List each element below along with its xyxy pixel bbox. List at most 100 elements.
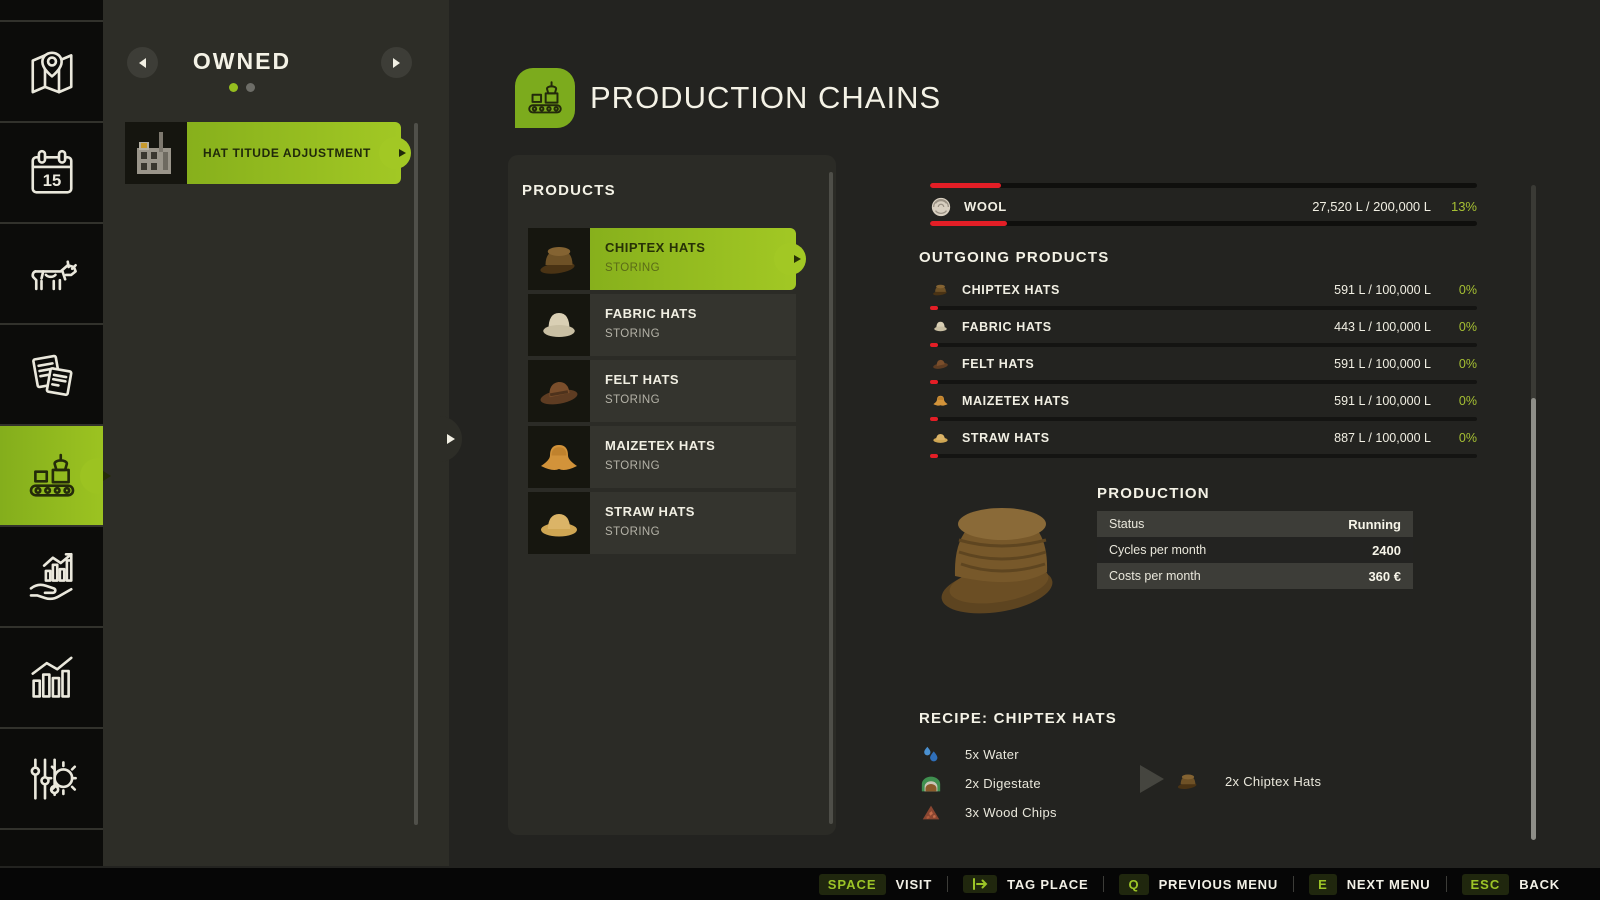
row-value: 360 € [1368, 569, 1401, 584]
hotkey-next-menu[interactable]: E NEXT MENU [1309, 874, 1430, 895]
production-row-status: Status Running [1097, 511, 1413, 537]
products-scrollbar[interactable] [829, 172, 833, 824]
product-label-plate: STRAW HATS STORING [590, 492, 796, 554]
sidebar-item-production[interactable] [0, 426, 103, 527]
production-preview-image [937, 472, 1073, 632]
water-icon [919, 743, 943, 767]
finances-icon [24, 549, 80, 605]
row-label: Costs per month [1109, 569, 1201, 583]
owned-panel: OWNED HAT TITUDE ADJUSTMENT [103, 0, 449, 866]
details-scrollbar-thumb[interactable] [1531, 398, 1536, 840]
details-scrollbar-track[interactable] [1531, 185, 1536, 840]
outgoing-amount: 591 L / 100,000 L [1334, 394, 1431, 408]
product-label-plate: FELT HATS STORING [590, 360, 796, 422]
owned-item-label: HAT TITUDE ADJUSTMENT [203, 146, 371, 160]
product-status: STORING [605, 328, 796, 340]
outgoing-row-maizetex-hats[interactable]: MAIZETEX HATS 591 L / 100,000 L 0% [930, 387, 1477, 424]
owned-carousel: OWNED [103, 40, 449, 100]
product-item-maizetex-hats[interactable]: MAIZETEX HATS STORING [528, 426, 796, 488]
recipe-title: RECIPE: CHIPTEX HATS [919, 710, 1117, 727]
esc-key: ESC [1462, 874, 1510, 895]
outgoing-percent: 0% [1431, 357, 1477, 371]
outgoing-name: CHIPTEX HATS [962, 283, 1060, 297]
outgoing-products-title: OUTGOING PRODUCTS [919, 249, 1109, 266]
hotkey-previous-menu[interactable]: Q PREVIOUS MENU [1119, 874, 1278, 895]
product-thumbnail [528, 294, 590, 356]
item-arrow-icon [399, 149, 406, 157]
products-list: CHIPTEX HATS STORING FABRIC HATS STORING… [528, 228, 796, 558]
recipe-inputs: 5x Water 2x Digestate 3x Wood Chips [919, 740, 1057, 827]
felt-hat-icon [930, 354, 950, 374]
recipe-output: 2x Chiptex Hats [1175, 768, 1321, 794]
product-status: STORING [605, 526, 796, 538]
product-item-straw-hats[interactable]: STRAW HATS STORING [528, 492, 796, 554]
straw-hat-icon [930, 428, 950, 448]
hotkey-tag-place[interactable]: TAG PLACE [963, 875, 1088, 893]
outgoing-percent: 0% [1431, 431, 1477, 445]
product-name: FABRIC HATS [605, 306, 796, 321]
outgoing-percent: 0% [1431, 283, 1477, 297]
products-panel: PRODUCTS CHIPTEX HATS STORING FABRIC HAT… [508, 155, 836, 835]
page-dot-active[interactable] [229, 83, 238, 92]
outgoing-fill-bar [930, 454, 1477, 458]
recipe-output-text: 2x Chiptex Hats [1225, 774, 1321, 789]
sidebar-item-animals[interactable] [0, 224, 103, 325]
outgoing-fill-bar [930, 343, 1477, 347]
production-chains-icon [524, 77, 566, 119]
fill-red [930, 343, 938, 347]
production-row-costs: Costs per month 360 € [1097, 563, 1413, 589]
sidebar-rail: 15 [0, 0, 103, 866]
chevron-right-icon [393, 58, 400, 68]
product-label-plate: MAIZETEX HATS STORING [590, 426, 796, 488]
outgoing-row-fabric-hats[interactable]: FABRIC HATS 443 L / 100,000 L 0% [930, 313, 1477, 350]
outgoing-row-felt-hats[interactable]: FELT HATS 591 L / 100,000 L 0% [930, 350, 1477, 387]
svg-text:15: 15 [42, 171, 60, 190]
page-title: PRODUCTION CHAINS [590, 80, 941, 116]
hotkey-back[interactable]: ESC BACK [1462, 874, 1561, 895]
hotkey-label: PREVIOUS MENU [1159, 877, 1278, 892]
fill-red [930, 454, 938, 458]
input-storage-row[interactable]: WOOL 27,520 L / 200,000 L 13% [930, 193, 1477, 220]
hotkey-label: NEXT MENU [1347, 877, 1431, 892]
owned-production-item[interactable]: HAT TITUDE ADJUSTMENT [125, 122, 401, 184]
outgoing-percent: 0% [1431, 394, 1477, 408]
wood-chips-icon [919, 801, 943, 825]
panel-collapse-handle[interactable] [434, 416, 462, 462]
owned-panel-scrollbar[interactable] [414, 123, 418, 825]
tab-key-icon [972, 878, 988, 890]
sidebar-spacer [0, 0, 103, 22]
recipe-input-text: 2x Digestate [965, 776, 1041, 791]
fill-red [930, 183, 1001, 188]
sidebar-item-map[interactable] [0, 22, 103, 123]
carousel-next-button[interactable] [381, 47, 412, 78]
product-item-fabric-hats[interactable]: FABRIC HATS STORING [528, 294, 796, 356]
outgoing-name: FELT HATS [962, 357, 1034, 371]
sidebar-item-settings[interactable] [0, 729, 103, 830]
input-amount: 27,520 L / 200,000 L [1312, 199, 1431, 214]
sidebar-item-calendar[interactable]: 15 [0, 123, 103, 224]
settings-icon [24, 751, 80, 807]
product-item-chiptex-hats[interactable]: CHIPTEX HATS STORING [528, 228, 796, 290]
page-dot[interactable] [246, 83, 255, 92]
product-item-felt-hats[interactable]: FELT HATS STORING [528, 360, 796, 422]
input-fill-bar [930, 221, 1477, 226]
chiptex-hat-icon [1175, 768, 1201, 794]
recipe-input-digestate: 2x Digestate [919, 769, 1057, 798]
outgoing-name: FABRIC HATS [962, 320, 1052, 334]
products-panel-title: PRODUCTS [522, 182, 616, 199]
fill-red [930, 380, 938, 384]
factory-thumbnail [125, 122, 187, 184]
sidebar-item-finances[interactable] [0, 527, 103, 628]
outgoing-amount: 887 L / 100,000 L [1334, 431, 1431, 445]
felt-hat-image [535, 367, 583, 415]
owned-panel-title: OWNED [103, 48, 381, 75]
hotkey-visit[interactable]: SPACE VISIT [819, 874, 932, 895]
outgoing-amount: 443 L / 100,000 L [1334, 320, 1431, 334]
sidebar-item-contracts[interactable] [0, 325, 103, 426]
product-name: MAIZETEX HATS [605, 438, 796, 453]
outgoing-row-straw-hats[interactable]: STRAW HATS 887 L / 100,000 L 0% [930, 424, 1477, 461]
product-thumbnail [528, 360, 590, 422]
map-icon [24, 44, 80, 100]
sidebar-item-statistics[interactable] [0, 628, 103, 729]
outgoing-row-chiptex-hats[interactable]: CHIPTEX HATS 591 L / 100,000 L 0% [930, 276, 1477, 313]
